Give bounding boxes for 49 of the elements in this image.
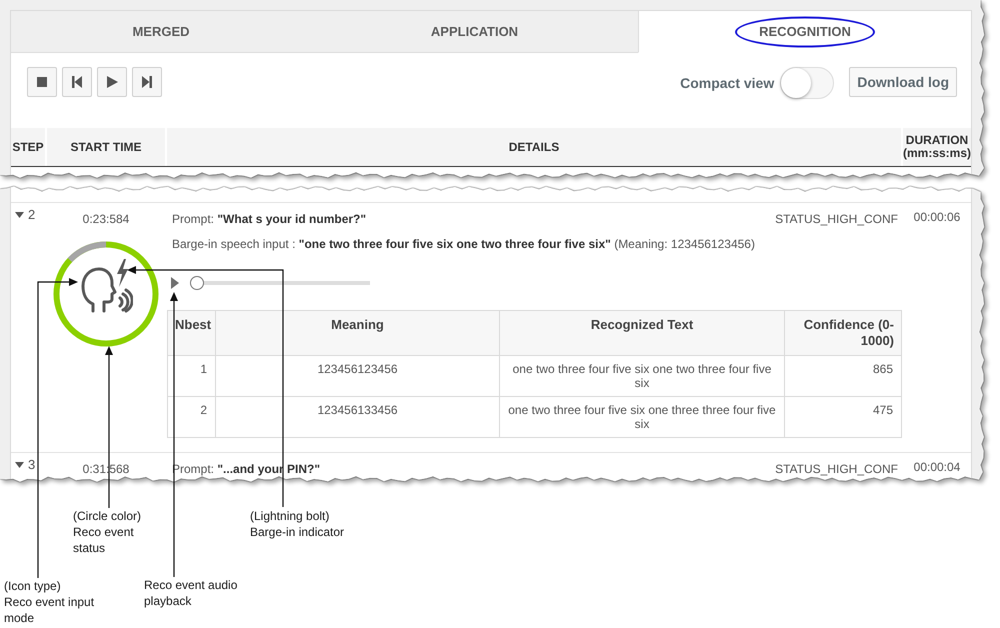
column-header: DETAILS <box>167 128 901 166</box>
prompt-text: Prompt: "What s your id number?" <box>172 212 366 226</box>
table-cell: one two three four five six one two three four five six <box>500 356 784 396</box>
slider-thumb[interactable] <box>190 276 204 290</box>
toggle-label: Compact view <box>680 75 774 91</box>
previous-button[interactable] <box>62 67 92 97</box>
play-icon <box>106 76 118 88</box>
duration-text: 00:00:06 <box>914 210 960 224</box>
tab[interactable]: APPLICATION <box>311 11 638 53</box>
speech-input-text: Barge-in speech input : "one two three four five six one two three four five six" (Meaning: 123456123456) <box>172 237 755 251</box>
callout-text: Reco event status <box>73 524 135 556</box>
table-cell: 2 <box>168 396 216 438</box>
step-number: 2 <box>28 208 36 222</box>
skip-back-icon <box>71 76 83 88</box>
download-button[interactable]: Download log <box>849 67 957 97</box>
table-cell: 475 <box>784 396 902 438</box>
play-icon[interactable] <box>171 277 179 289</box>
play-button[interactable] <box>97 67 127 97</box>
table-header-cell: Confidence (0-1000) <box>784 310 902 356</box>
status-text: STATUS_HIGH_CONF <box>775 462 899 476</box>
table-cell: 123456123456 <box>216 356 500 396</box>
table-cell: 865 <box>784 356 902 396</box>
caret-down-icon[interactable] <box>15 462 24 468</box>
table-cell: 123456133456 <box>216 396 500 438</box>
callout-text: Reco event input mode <box>4 594 96 626</box>
column-header: START TIME <box>47 128 165 166</box>
callout-text: Barge-in indicator <box>250 524 346 540</box>
callout-text: Reco event audio playback <box>144 577 238 609</box>
column-header: STEP <box>11 128 45 166</box>
table-header-cell: Recognized Text <box>500 310 784 356</box>
callout-title: (Circle color) <box>73 508 142 524</box>
compact-view-toggle[interactable] <box>780 67 834 99</box>
skip-forward-icon <box>141 76 153 88</box>
duration-text: 00:00:04 <box>914 460 960 474</box>
stop-button[interactable] <box>27 67 57 97</box>
column-header: DURATION (mm:ss:ms) <box>903 128 971 166</box>
caret-down-icon[interactable] <box>15 212 24 218</box>
next-button[interactable] <box>132 67 162 97</box>
stop-icon <box>36 76 48 88</box>
tab[interactable]: MERGED <box>11 11 311 53</box>
step-number: 3 <box>28 458 36 472</box>
table-cell: one two three four five six one three three four five six <box>500 396 784 438</box>
table-header-cell: Meaning <box>216 310 500 356</box>
status-text: STATUS_HIGH_CONF <box>775 212 899 226</box>
callout-title: (Lightning bolt) <box>250 508 330 524</box>
table-cell: 1 <box>168 356 216 396</box>
table-header-cell: Nbest <box>168 310 216 356</box>
callout-title: (Icon type) <box>4 578 62 594</box>
start-time: 0:23:584 <box>82 212 130 226</box>
